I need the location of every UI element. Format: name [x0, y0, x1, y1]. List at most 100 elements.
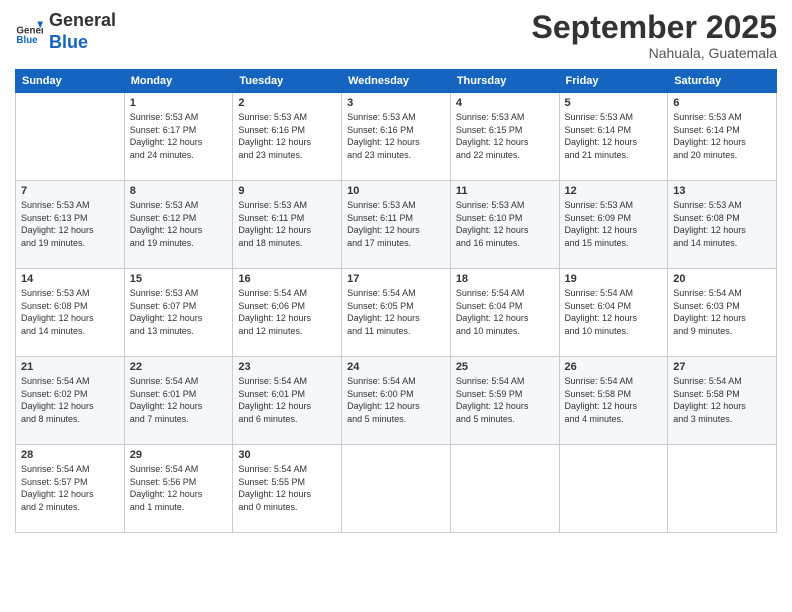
table-row: 8 Sunrise: 5:53 AM Sunset: 6:12 PM Daylig…	[124, 181, 233, 269]
table-row: 20 Sunrise: 5:54 AM Sunset: 6:03 PM Dayli…	[668, 269, 777, 357]
table-row: 14Sunrise: 5:53 AM Sunset: 6:08 PM Dayli…	[16, 269, 125, 357]
day-number: 14	[21, 273, 119, 285]
day-info: Sunrise: 5:53 AM Sunset: 6:16 PM Dayligh…	[238, 111, 336, 161]
day-number: 24	[347, 361, 445, 373]
table-row: 18 Sunrise: 5:54 AM Sunset: 6:04 PM Dayli…	[450, 269, 559, 357]
day-number: 12	[565, 185, 663, 197]
table-row: 15Sunrise: 5:53 AM Sunset: 6:07 PM Dayli…	[124, 269, 233, 357]
table-row: 21 Sunrise: 5:54 AM Sunset: 6:02 PM Dayli…	[16, 357, 125, 445]
day-number: 21	[21, 361, 119, 373]
day-info: Sunrise: 5:54 AM Sunset: 5:58 PM Dayligh…	[673, 375, 771, 425]
table-row: 28 Sunrise: 5:54 AM Sunset: 5:57 PM Dayli…	[16, 445, 125, 533]
day-info: Sunrise: 5:53 AM Sunset: 6:08 PM Dayligh…	[673, 199, 771, 249]
table-row: 27 Sunrise: 5:54 AM Sunset: 5:58 PM Dayli…	[668, 357, 777, 445]
logo-blue: Blue	[49, 32, 88, 52]
calendar-week-1: 1Sunrise: 5:53 AM Sunset: 6:17 PM Daylig…	[16, 93, 777, 181]
day-number: 18	[456, 273, 554, 285]
day-info: Sunrise: 5:54 AM Sunset: 6:03 PM Dayligh…	[673, 287, 771, 337]
day-info: Sunrise: 5:54 AM Sunset: 6:04 PM Dayligh…	[456, 287, 554, 337]
calendar-week-2: 7 Sunrise: 5:53 AM Sunset: 6:13 PM Daylig…	[16, 181, 777, 269]
day-info: Sunrise: 5:54 AM Sunset: 6:06 PM Dayligh…	[238, 287, 336, 337]
day-number: 7	[21, 185, 119, 197]
day-info: Sunrise: 5:53 AM Sunset: 6:11 PM Dayligh…	[238, 199, 336, 249]
day-number: 2	[238, 97, 336, 109]
table-row: 1Sunrise: 5:53 AM Sunset: 6:17 PM Daylig…	[124, 93, 233, 181]
day-number: 26	[565, 361, 663, 373]
header-friday: Friday	[559, 70, 668, 93]
day-info: Sunrise: 5:53 AM Sunset: 6:16 PM Dayligh…	[347, 111, 445, 161]
day-info: Sunrise: 5:54 AM Sunset: 6:01 PM Dayligh…	[130, 375, 228, 425]
day-number: 5	[565, 97, 663, 109]
day-info: Sunrise: 5:54 AM Sunset: 6:00 PM Dayligh…	[347, 375, 445, 425]
day-info: Sunrise: 5:54 AM Sunset: 6:04 PM Dayligh…	[565, 287, 663, 337]
day-number: 25	[456, 361, 554, 373]
table-row: 2 Sunrise: 5:53 AM Sunset: 6:16 PM Daylig…	[233, 93, 342, 181]
day-number: 9	[238, 185, 336, 197]
day-info: Sunrise: 5:53 AM Sunset: 6:09 PM Dayligh…	[565, 199, 663, 249]
header-wednesday: Wednesday	[342, 70, 451, 93]
day-info: Sunrise: 5:54 AM Sunset: 6:01 PM Dayligh…	[238, 375, 336, 425]
logo-text: General Blue	[49, 10, 116, 53]
table-row: 4Sunrise: 5:53 AM Sunset: 6:15 PM Daylig…	[450, 93, 559, 181]
table-row: 25 Sunrise: 5:54 AM Sunset: 5:59 PM Dayli…	[450, 357, 559, 445]
header: General Blue General Blue September 2025…	[15, 10, 777, 61]
day-info: Sunrise: 5:53 AM Sunset: 6:15 PM Dayligh…	[456, 111, 554, 161]
table-row: 13Sunrise: 5:53 AM Sunset: 6:08 PM Dayli…	[668, 181, 777, 269]
day-info: Sunrise: 5:53 AM Sunset: 6:07 PM Dayligh…	[130, 287, 228, 337]
day-info: Sunrise: 5:53 AM Sunset: 6:11 PM Dayligh…	[347, 199, 445, 249]
day-number: 28	[21, 449, 119, 461]
logo: General Blue General Blue	[15, 10, 116, 53]
day-number: 8	[130, 185, 228, 197]
table-row: 3 Sunrise: 5:53 AM Sunset: 6:16 PM Daylig…	[342, 93, 451, 181]
table-row: 12 Sunrise: 5:53 AM Sunset: 6:09 PM Dayli…	[559, 181, 668, 269]
page: General Blue General Blue September 2025…	[0, 0, 792, 612]
month-title: September 2025	[532, 10, 777, 45]
table-row: 19Sunrise: 5:54 AM Sunset: 6:04 PM Dayli…	[559, 269, 668, 357]
calendar-header-row: Sunday Monday Tuesday Wednesday Thursday…	[16, 70, 777, 93]
calendar-week-3: 14Sunrise: 5:53 AM Sunset: 6:08 PM Dayli…	[16, 269, 777, 357]
day-number: 22	[130, 361, 228, 373]
day-number: 30	[238, 449, 336, 461]
calendar-week-5: 28 Sunrise: 5:54 AM Sunset: 5:57 PM Dayli…	[16, 445, 777, 533]
table-row: 6Sunrise: 5:53 AM Sunset: 6:14 PM Daylig…	[668, 93, 777, 181]
calendar-week-4: 21 Sunrise: 5:54 AM Sunset: 6:02 PM Dayli…	[16, 357, 777, 445]
day-info: Sunrise: 5:54 AM Sunset: 6:05 PM Dayligh…	[347, 287, 445, 337]
day-number: 11	[456, 185, 554, 197]
table-row: 24 Sunrise: 5:54 AM Sunset: 6:00 PM Dayli…	[342, 357, 451, 445]
table-row: 30 Sunrise: 5:54 AM Sunset: 5:55 PM Dayli…	[233, 445, 342, 533]
header-tuesday: Tuesday	[233, 70, 342, 93]
table-row	[559, 445, 668, 533]
day-number: 23	[238, 361, 336, 373]
day-info: Sunrise: 5:53 AM Sunset: 6:14 PM Dayligh…	[673, 111, 771, 161]
header-sunday: Sunday	[16, 70, 125, 93]
day-number: 27	[673, 361, 771, 373]
table-row: 5Sunrise: 5:53 AM Sunset: 6:14 PM Daylig…	[559, 93, 668, 181]
day-number: 20	[673, 273, 771, 285]
day-number: 1	[130, 97, 228, 109]
table-row: 7 Sunrise: 5:53 AM Sunset: 6:13 PM Daylig…	[16, 181, 125, 269]
table-row: 16Sunrise: 5:54 AM Sunset: 6:06 PM Dayli…	[233, 269, 342, 357]
day-info: Sunrise: 5:53 AM Sunset: 6:13 PM Dayligh…	[21, 199, 119, 249]
table-row: 22 Sunrise: 5:54 AM Sunset: 6:01 PM Dayli…	[124, 357, 233, 445]
table-row	[342, 445, 451, 533]
header-saturday: Saturday	[668, 70, 777, 93]
table-row	[668, 445, 777, 533]
day-number: 3	[347, 97, 445, 109]
day-info: Sunrise: 5:54 AM Sunset: 5:55 PM Dayligh…	[238, 463, 336, 513]
table-row: 9 Sunrise: 5:53 AM Sunset: 6:11 PM Daylig…	[233, 181, 342, 269]
table-row	[450, 445, 559, 533]
table-row: 26Sunrise: 5:54 AM Sunset: 5:58 PM Dayli…	[559, 357, 668, 445]
location-subtitle: Nahuala, Guatemala	[532, 45, 777, 61]
day-info: Sunrise: 5:54 AM Sunset: 5:57 PM Dayligh…	[21, 463, 119, 513]
table-row: 11 Sunrise: 5:53 AM Sunset: 6:10 PM Dayli…	[450, 181, 559, 269]
calendar-table: Sunday Monday Tuesday Wednesday Thursday…	[15, 69, 777, 533]
table-row: 17Sunrise: 5:54 AM Sunset: 6:05 PM Dayli…	[342, 269, 451, 357]
logo-general: General	[49, 10, 116, 30]
day-number: 29	[130, 449, 228, 461]
logo-icon: General Blue	[15, 18, 43, 46]
day-info: Sunrise: 5:54 AM Sunset: 5:59 PM Dayligh…	[456, 375, 554, 425]
day-info: Sunrise: 5:53 AM Sunset: 6:10 PM Dayligh…	[456, 199, 554, 249]
table-row: 23 Sunrise: 5:54 AM Sunset: 6:01 PM Dayli…	[233, 357, 342, 445]
day-info: Sunrise: 5:53 AM Sunset: 6:12 PM Dayligh…	[130, 199, 228, 249]
day-info: Sunrise: 5:54 AM Sunset: 6:02 PM Dayligh…	[21, 375, 119, 425]
